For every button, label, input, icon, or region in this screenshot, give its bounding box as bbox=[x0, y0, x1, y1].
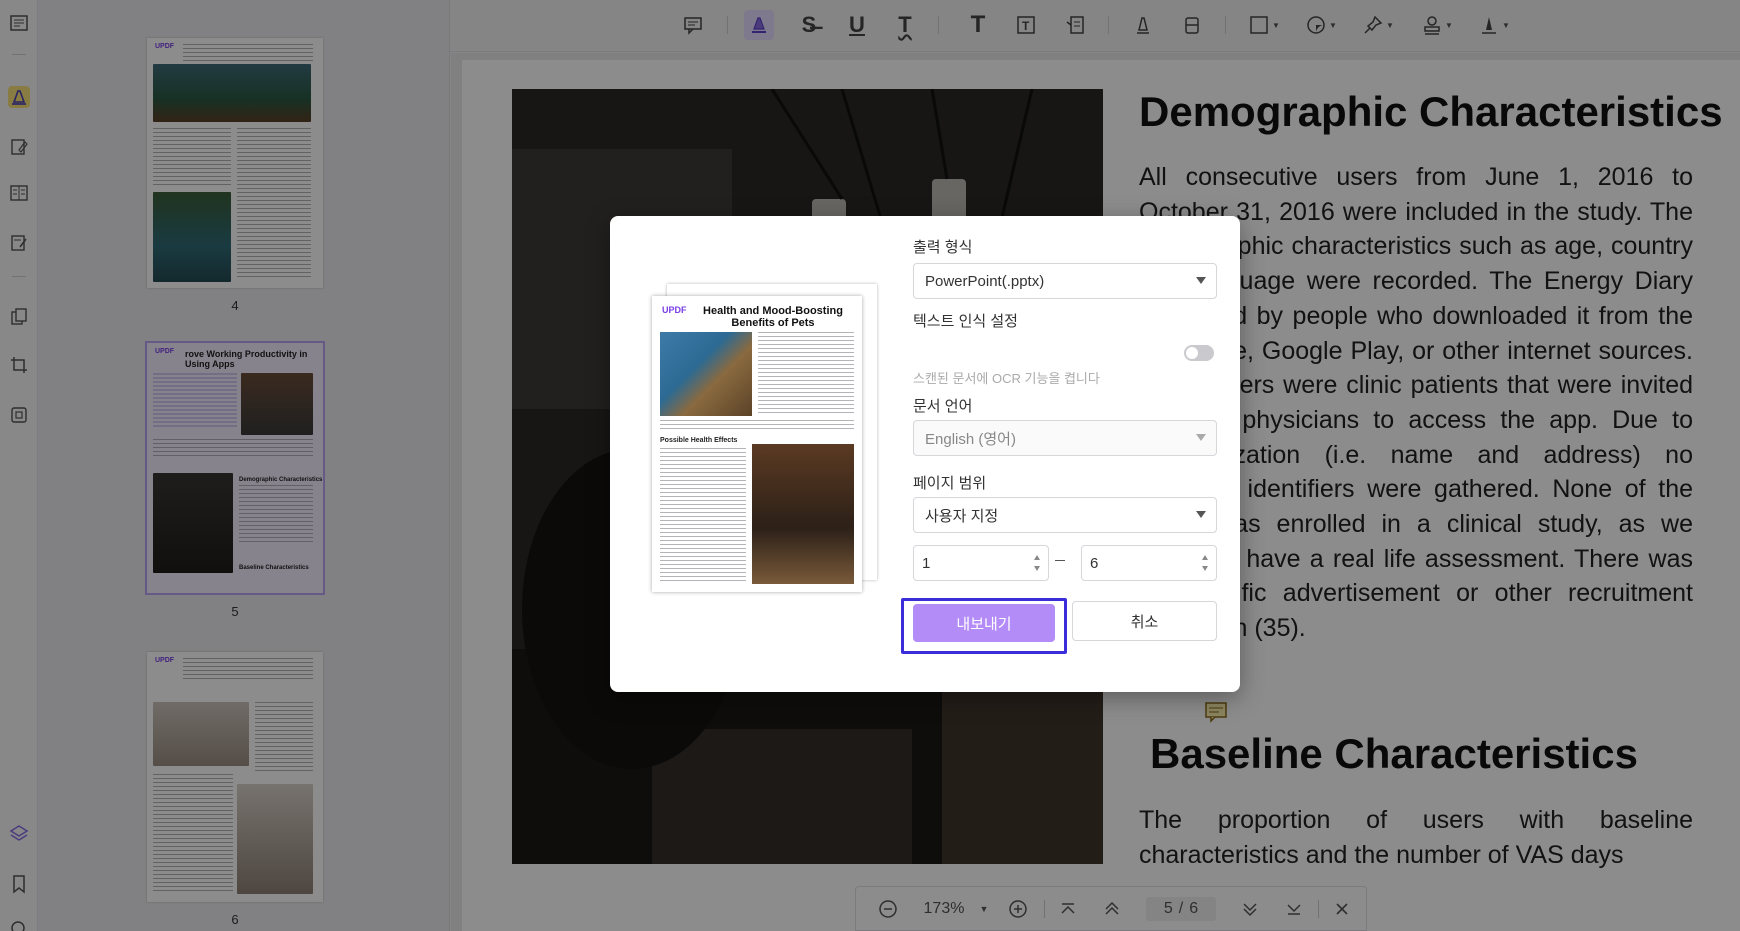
stepper-up-icon[interactable] bbox=[1034, 555, 1040, 560]
stepper-up-icon[interactable] bbox=[1202, 555, 1208, 560]
range-to-input[interactable]: 6 bbox=[1081, 545, 1217, 581]
document-language-select[interactable]: English (영어) bbox=[913, 420, 1217, 456]
document-language-label: 문서 언어 bbox=[913, 398, 973, 415]
stepper-down-icon[interactable] bbox=[1034, 566, 1040, 571]
export-button[interactable]: 내보내기 bbox=[913, 604, 1055, 642]
preview-cat-image bbox=[660, 332, 752, 416]
range-from-value: 1 bbox=[922, 554, 931, 572]
page-range-value: 사용자 지정 bbox=[925, 507, 999, 525]
range-to-value: 6 bbox=[1090, 554, 1099, 572]
document-language-value: English (영어) bbox=[925, 430, 1016, 448]
output-format-label: 출력 형식 bbox=[913, 239, 973, 256]
page-range-select[interactable]: 사용자 지정 bbox=[913, 497, 1217, 533]
preview-section-heading: Possible Health Effects bbox=[660, 437, 738, 444]
preview-title: Health and Mood-Boosting Benefits of Pet… bbox=[703, 305, 843, 329]
range-from-input[interactable]: 1 bbox=[913, 545, 1049, 581]
page-range-label: 페이지 범위 bbox=[913, 475, 987, 492]
export-preview: UPDF Health and Mood-Boosting Benefits o… bbox=[652, 296, 862, 592]
output-format-value: PowerPoint(.pptx) bbox=[925, 272, 1045, 290]
stepper-down-icon[interactable] bbox=[1202, 566, 1208, 571]
cancel-button[interactable]: 취소 bbox=[1072, 601, 1217, 641]
output-format-select[interactable]: PowerPoint(.pptx) bbox=[913, 263, 1217, 299]
ocr-toggle[interactable] bbox=[1184, 345, 1214, 361]
chevron-down-icon bbox=[1196, 511, 1206, 518]
range-dash bbox=[1055, 560, 1065, 561]
preview-logo: UPDF bbox=[662, 305, 687, 315]
ocr-settings-label: 텍스트 인식 설정 bbox=[913, 313, 1018, 330]
ocr-hint: 스캔된 문서에 OCR 기능을 켭니다 bbox=[913, 371, 1100, 386]
export-dialog: UPDF Health and Mood-Boosting Benefits o… bbox=[610, 216, 1240, 692]
preview-dog-image bbox=[752, 444, 854, 584]
chevron-down-icon bbox=[1196, 277, 1206, 284]
chevron-down-icon bbox=[1196, 434, 1206, 441]
